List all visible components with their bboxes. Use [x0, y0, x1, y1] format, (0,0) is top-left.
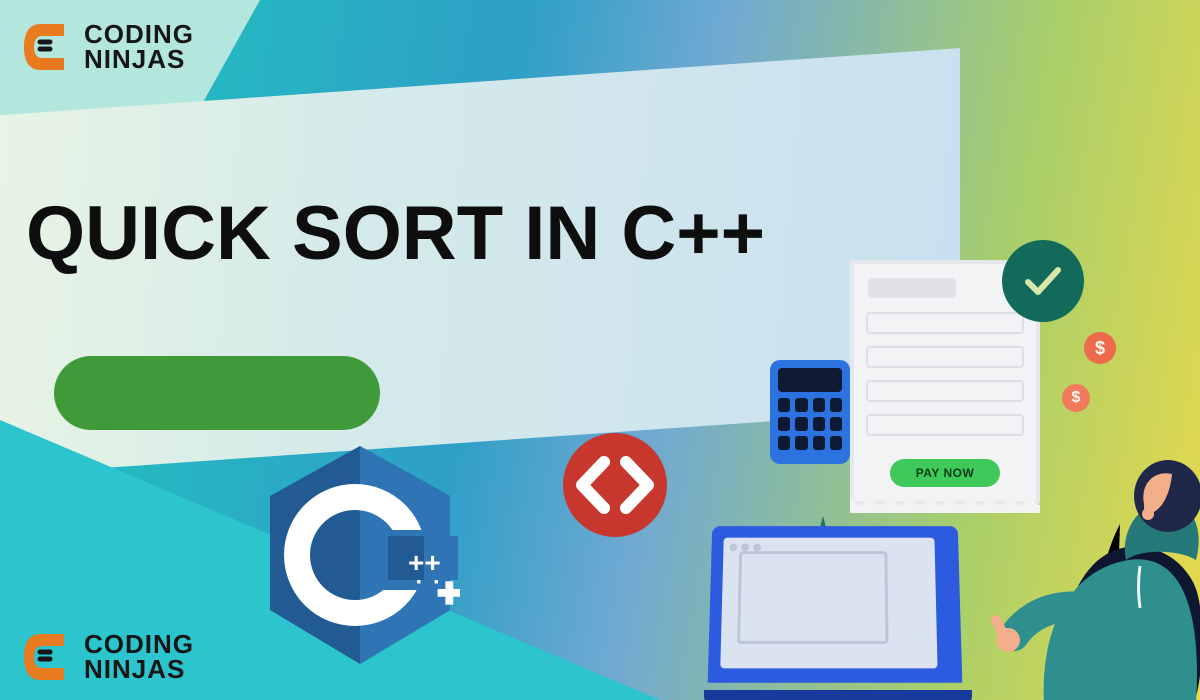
banner-canvas: CODING NINJAS QUICK SORT IN C++ ++ ++	[0, 0, 1200, 700]
calculator-icon	[770, 360, 850, 464]
brand-line2: NINJAS	[84, 657, 194, 682]
checkmark-badge-icon	[1002, 240, 1084, 322]
brand-line2: NINJAS	[84, 47, 194, 72]
svg-text:++: ++	[408, 547, 441, 578]
coin-symbol: $	[1095, 338, 1105, 359]
brand-text: CODING NINJAS	[84, 632, 194, 681]
laptop-icon	[710, 524, 980, 700]
page-title: QUICK SORT IN C++	[26, 190, 765, 277]
brand-text: CODING NINJAS	[84, 22, 194, 71]
coin-icon: $	[1084, 332, 1116, 364]
brand-logo-top: CODING NINJAS	[20, 18, 194, 76]
cpp-logo-icon: ++ ++	[260, 440, 460, 670]
code-badge-icon	[560, 430, 670, 540]
illustration-cluster: PAY NOW $ $	[660, 220, 1200, 700]
accent-pill	[54, 356, 380, 430]
person-illustration	[944, 374, 1200, 700]
brand-logo-bottom: CODING NINJAS	[20, 628, 194, 686]
brand-mark-icon	[20, 628, 74, 686]
brand-mark-icon	[20, 18, 74, 76]
